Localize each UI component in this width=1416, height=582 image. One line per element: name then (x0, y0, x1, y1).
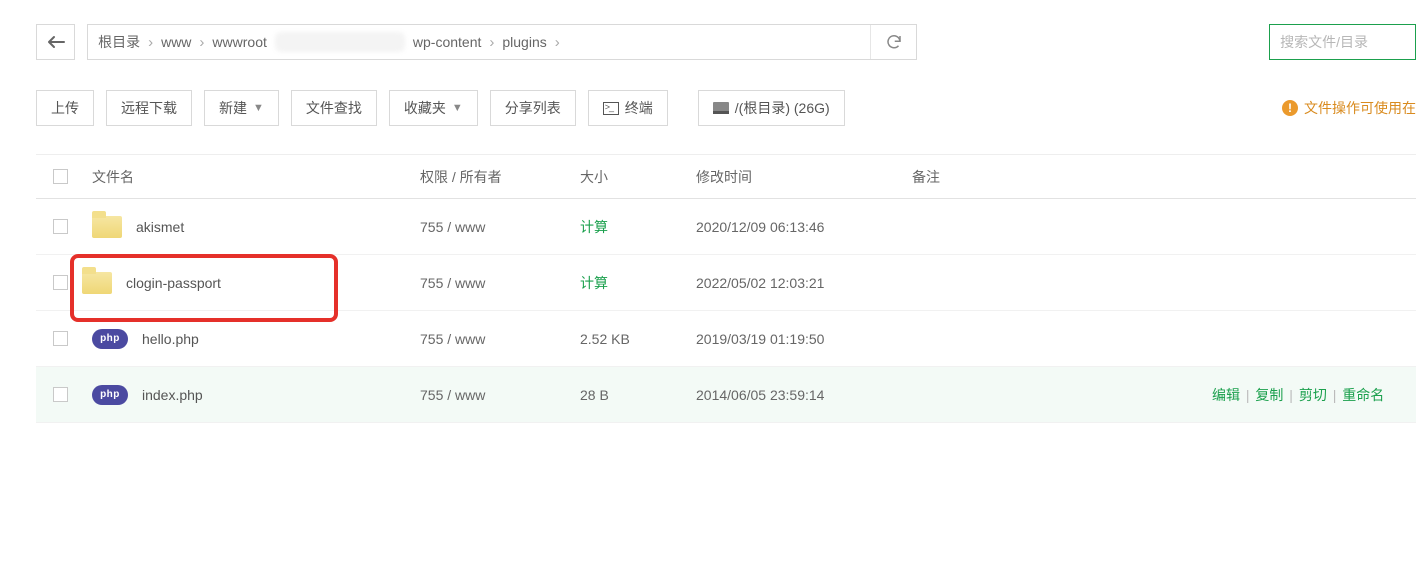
favorites-label: 收藏夹 (404, 98, 446, 118)
action-cut[interactable]: 剪切 (1299, 387, 1327, 403)
chevron-right-icon: › (489, 34, 494, 51)
folder-icon (82, 272, 112, 294)
search-box[interactable] (1269, 24, 1416, 60)
col-name[interactable]: 文件名 (92, 167, 420, 187)
file-perm[interactable]: 755 / www (420, 387, 485, 403)
compute-size-link[interactable]: 计算 (580, 273, 608, 293)
col-perm-label: 权限 / 所有者 (420, 167, 502, 187)
file-name[interactable]: index.php (142, 387, 203, 403)
table-row[interactable]: php hello.php 755 / www 2.52 KB 2019/03/19 0… (36, 311, 1416, 367)
file-op-tip-text: 文件操作可使用在 (1304, 98, 1416, 118)
php-icon: php (92, 385, 128, 405)
folder-icon (92, 216, 122, 238)
file-mtime: 2022/05/02 12:03:21 (696, 275, 824, 291)
chevron-down-icon: ▼ (452, 102, 463, 114)
row-checkbox[interactable] (53, 219, 68, 234)
col-remark[interactable]: 备注 (912, 167, 1212, 187)
separator: | (1329, 387, 1340, 403)
terminal-label: 终端 (625, 98, 653, 118)
col-perm[interactable]: 权限 / 所有者 (420, 167, 580, 187)
breadcrumb-root[interactable]: 根目录 (98, 32, 140, 52)
breadcrumb-wpcontent[interactable]: wp-content (413, 34, 481, 50)
col-size-label: 大小 (580, 167, 608, 187)
new-button[interactable]: 新建 ▼ (204, 90, 279, 126)
file-perm[interactable]: 755 / www (420, 219, 485, 235)
search-input[interactable] (1280, 34, 1405, 50)
share-list-button[interactable]: 分享列表 (490, 90, 576, 126)
breadcrumb-redacted (275, 32, 405, 52)
file-size: 28 B (580, 387, 609, 403)
action-copy[interactable]: 复制 (1255, 387, 1283, 403)
chevron-down-icon: ▼ (253, 102, 264, 114)
disk-icon (713, 102, 729, 114)
row-checkbox[interactable] (53, 387, 68, 402)
select-all-checkbox[interactable] (53, 169, 68, 184)
file-name[interactable]: akismet (136, 219, 184, 235)
col-mtime[interactable]: 修改时间 (696, 167, 912, 187)
action-rename[interactable]: 重命名 (1342, 387, 1384, 403)
separator: | (1242, 387, 1253, 403)
remote-download-button[interactable]: 远程下载 (106, 90, 192, 126)
file-table: 文件名 权限 / 所有者 大小 修改时间 备注 akismet 755 / www… (36, 154, 1416, 423)
breadcrumb-plugins[interactable]: plugins (502, 34, 546, 50)
separator: | (1285, 387, 1296, 403)
remote-download-label: 远程下载 (121, 98, 177, 118)
action-edit[interactable]: 编辑 (1212, 387, 1240, 403)
row-checkbox[interactable] (53, 331, 68, 346)
refresh-button[interactable] (870, 25, 916, 59)
share-list-label: 分享列表 (505, 98, 561, 118)
compute-size-link[interactable]: 计算 (580, 217, 608, 237)
file-perm[interactable]: 755 / www (420, 331, 485, 347)
file-mtime: 2019/03/19 01:19:50 (696, 331, 824, 347)
chevron-right-icon: › (148, 34, 153, 51)
file-name[interactable]: hello.php (142, 331, 199, 347)
row-checkbox[interactable] (53, 275, 68, 290)
terminal-icon (603, 102, 619, 115)
table-row[interactable]: akismet 755 / www 计算 2020/12/09 06:13:46 (36, 199, 1416, 255)
table-header: 文件名 权限 / 所有者 大小 修改时间 备注 (36, 155, 1416, 199)
chevron-right-icon: › (199, 34, 204, 51)
table-row[interactable]: php index.php 755 / www 28 B 2014/06/05 23:5… (36, 367, 1416, 423)
back-button[interactable] (36, 24, 75, 60)
file-name[interactable]: clogin-passport (126, 275, 221, 291)
file-size: 2.52 KB (580, 331, 630, 347)
upload-button[interactable]: 上传 (36, 90, 94, 126)
terminal-button[interactable]: 终端 (588, 90, 668, 126)
breadcrumb[interactable]: 根目录 › www › wwwroot wp-content › plugins… (87, 24, 917, 60)
chevron-right-icon: › (555, 34, 560, 51)
col-name-label: 文件名 (92, 167, 134, 187)
disk-root-button[interactable]: /(根目录) (26G) (698, 90, 845, 126)
breadcrumb-wwwroot[interactable]: wwwroot (212, 34, 266, 50)
row-actions: 编辑 | 复制 | 剪切 | 重命名 (1212, 385, 1384, 405)
file-search-label: 文件查找 (306, 98, 362, 118)
col-mtime-label: 修改时间 (696, 167, 752, 187)
table-row[interactable]: clogin-passport 755 / www 计算 2022/05/02 12:… (36, 255, 1416, 311)
php-icon: php (92, 329, 128, 349)
favorites-button[interactable]: 收藏夹 ▼ (389, 90, 478, 126)
upload-label: 上传 (51, 98, 79, 118)
file-search-button[interactable]: 文件查找 (291, 90, 377, 126)
file-mtime: 2020/12/09 06:13:46 (696, 219, 824, 235)
file-perm[interactable]: 755 / www (420, 275, 485, 291)
info-icon: ! (1282, 100, 1298, 116)
col-remark-label: 备注 (912, 167, 940, 187)
breadcrumb-www[interactable]: www (161, 34, 191, 50)
new-label: 新建 (219, 98, 247, 118)
disk-label: /(根目录) (26G) (735, 98, 830, 118)
file-mtime: 2014/06/05 23:59:14 (696, 387, 824, 403)
col-size[interactable]: 大小 (580, 167, 696, 187)
file-op-tip: ! 文件操作可使用在 (1282, 98, 1416, 118)
